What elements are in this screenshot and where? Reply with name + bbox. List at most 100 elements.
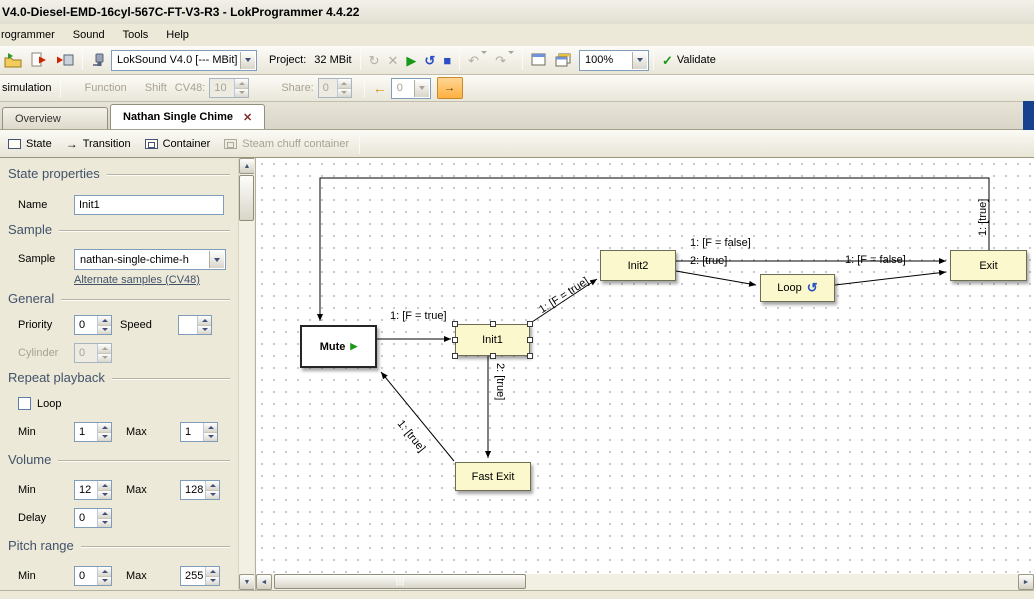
- arrow-right-icon: ►: [1023, 579, 1030, 586]
- open-project-button[interactable]: [1, 48, 25, 72]
- scroll-up-button[interactable]: ▲: [239, 158, 255, 174]
- arrow-up-icon: ▲: [244, 163, 251, 170]
- scroll-down-button[interactable]: ▼: [239, 574, 255, 590]
- menu-sound[interactable]: Sound: [64, 26, 114, 44]
- scrollbar-thumb[interactable]: [239, 175, 254, 221]
- add-state-button[interactable]: State: [2, 133, 58, 155]
- selection-handle[interactable]: [452, 337, 458, 343]
- toolbar-separator: [364, 78, 365, 98]
- tab-close-icon[interactable]: ✕: [243, 111, 252, 124]
- toolbar-separator: [653, 50, 654, 70]
- document-tabs: Overview Nathan Single Chime ✕: [0, 102, 1034, 130]
- interface-button[interactable]: [88, 48, 110, 72]
- scrollbar-thumb[interactable]: [274, 574, 526, 589]
- new-window-button[interactable]: [528, 48, 550, 72]
- write-decoder-button[interactable]: [53, 48, 77, 72]
- loop-icon: ↺: [807, 280, 818, 296]
- validate-button[interactable]: ✓ Validate: [659, 48, 719, 72]
- transition-label-mute-init1[interactable]: 1: [F = true]: [390, 310, 447, 322]
- pitch-min-stepper[interactable]: 0: [74, 566, 112, 586]
- selection-handle[interactable]: [527, 321, 533, 327]
- cv48-label: CV48:: [171, 82, 210, 94]
- transition-label-loop-exit[interactable]: 1: [F = false]: [845, 254, 906, 266]
- transition-init2-loop[interactable]: [676, 271, 756, 285]
- menu-programmer[interactable]: rogrammer: [0, 26, 64, 44]
- state-loop[interactable]: Loop ↺: [760, 274, 835, 302]
- repeat-min-stepper[interactable]: 1: [74, 422, 112, 442]
- selection-handle[interactable]: [527, 337, 533, 343]
- add-transition-button[interactable]: → Transition: [60, 133, 137, 155]
- selection-handle[interactable]: [527, 353, 533, 359]
- export-button[interactable]: [27, 48, 51, 72]
- step-value: 0: [397, 82, 403, 94]
- toolbar-separator: [359, 134, 360, 154]
- simulation-toolbar: simulation Function Shift CV48: 10 Share…: [0, 75, 1034, 102]
- state-label: Exit: [979, 260, 997, 272]
- restart-button[interactable]: ↺: [421, 48, 438, 72]
- pitch-max-label: Max: [126, 570, 147, 582]
- pitch-max-stepper[interactable]: 255: [180, 566, 220, 586]
- cascade-window-button[interactable]: [552, 48, 574, 72]
- stop-button[interactable]: ■: [440, 48, 454, 72]
- zoom-select[interactable]: 100%: [579, 50, 649, 71]
- tab-overview[interactable]: Overview: [2, 107, 108, 129]
- tab-nathan-single-chime[interactable]: Nathan Single Chime ✕: [110, 104, 265, 129]
- section-title: Repeat playback: [8, 370, 105, 385]
- loop-checkbox[interactable]: [18, 397, 31, 410]
- scroll-left-button[interactable]: ◄: [256, 574, 272, 590]
- titlebar: V4.0-Diesel-EMD-16cyl-567C-FT-V3-R3 - Lo…: [0, 0, 1034, 24]
- state-fast-exit[interactable]: Fast Exit: [455, 462, 531, 491]
- main-toolbar: LokSound V4.0 [--- MBit] Project: 32 MBi…: [0, 46, 1034, 75]
- alternate-samples-link[interactable]: Alternate samples (CV48): [74, 274, 200, 286]
- selection-handle[interactable]: [452, 353, 458, 359]
- transition-loop-exit[interactable]: [835, 272, 946, 285]
- volume-max-label: Max: [126, 484, 147, 496]
- sample-select[interactable]: nathan-single-chime-h: [74, 249, 226, 270]
- device-select-value: LokSound V4.0 [--- MBit]: [117, 54, 237, 66]
- share-stepper: 0: [318, 78, 352, 98]
- speed-stepper[interactable]: [178, 315, 212, 335]
- sample-value: nathan-single-chime-h: [80, 254, 189, 266]
- state-machine-canvas[interactable]: Mute ▶ Init1 Init2 Loop ↺ Exit Fast Exit: [256, 158, 1034, 574]
- cylinder-stepper: 0: [74, 343, 112, 363]
- state-init1-selected[interactable]: Init1: [455, 324, 530, 356]
- menu-help[interactable]: Help: [157, 26, 198, 44]
- step-forward-button[interactable]: →: [437, 77, 463, 99]
- transition-label-init1-fastexit[interactable]: 2: [true]: [494, 363, 506, 400]
- menu-tools[interactable]: Tools: [114, 26, 158, 44]
- toolbar-separator: [82, 50, 83, 70]
- volume-max-stepper[interactable]: 128: [180, 480, 220, 500]
- play-button[interactable]: ▶: [403, 48, 419, 72]
- properties-scrollbar[interactable]: ▲ ▼: [238, 158, 254, 590]
- priority-stepper[interactable]: 0: [74, 315, 112, 335]
- arrow-right-icon: →: [444, 82, 455, 94]
- repeat-max-label: Max: [126, 426, 147, 438]
- selection-handle[interactable]: [490, 353, 496, 359]
- transition-label-init2-loop[interactable]: 2: [true]: [690, 255, 727, 267]
- section-title: Pitch range: [8, 538, 74, 553]
- window-icon: [531, 53, 547, 67]
- name-field[interactable]: Init1: [74, 195, 224, 215]
- chevron-down-icon[interactable]: [209, 251, 224, 268]
- transition-label-exit-mute[interactable]: 1: [true]: [977, 199, 989, 236]
- canvas-hscrollbar[interactable]: ◄ ►: [256, 574, 1034, 590]
- add-container-button[interactable]: Container: [139, 133, 217, 155]
- check-icon: ✓: [662, 54, 673, 67]
- chevron-down-icon[interactable]: [240, 52, 255, 69]
- transition-label-init2-exit[interactable]: 1: [F = false]: [690, 237, 751, 249]
- selection-handle[interactable]: [452, 321, 458, 327]
- state-mute[interactable]: Mute ▶: [300, 325, 377, 368]
- step-back-button[interactable]: ←: [369, 80, 391, 96]
- selection-handle[interactable]: [490, 321, 496, 327]
- delay-stepper[interactable]: 0: [74, 508, 112, 528]
- chevron-down-icon[interactable]: [632, 52, 647, 69]
- repeat-max-stepper[interactable]: 1: [180, 422, 218, 442]
- add-state-label: State: [26, 138, 52, 150]
- device-select[interactable]: LokSound V4.0 [--- MBit]: [111, 50, 257, 71]
- state-init2[interactable]: Init2: [600, 250, 676, 281]
- state-exit[interactable]: Exit: [950, 250, 1027, 281]
- repeat-min-label: Min: [18, 426, 36, 438]
- volume-min-stepper[interactable]: 12: [74, 480, 112, 500]
- scroll-right-button[interactable]: ►: [1018, 574, 1034, 590]
- speed-label: Speed: [120, 319, 152, 331]
